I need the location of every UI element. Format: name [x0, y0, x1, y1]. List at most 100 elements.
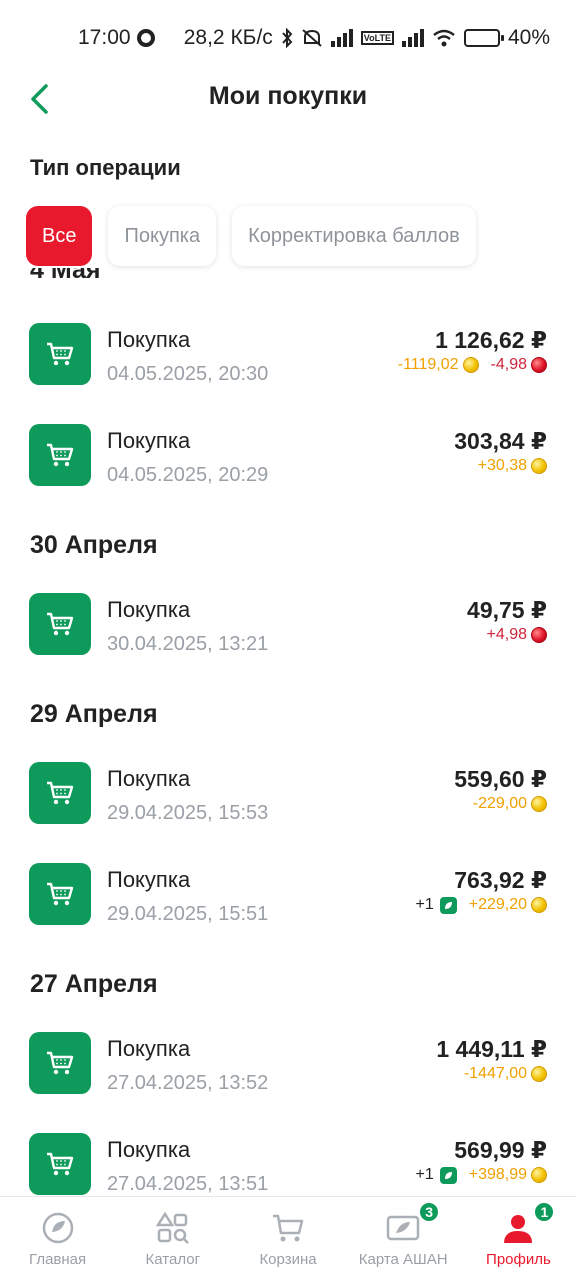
- nav-loyalty-card-label: Карта АШАН: [358, 1251, 448, 1268]
- points-value: +4,98: [486, 626, 527, 643]
- purchase-row[interactable]: Покупка 04.05.2025, 20:30 1 126,62 ₽ -1119,…: [0, 323, 576, 387]
- cart-icon: [271, 1211, 305, 1245]
- points-value: -1447,00: [463, 1065, 527, 1082]
- purchase-datetime: 29.04.2025, 15:51: [107, 903, 269, 925]
- purchase-datetime: 27.04.2025, 13:51: [107, 1173, 269, 1195]
- purchase-datetime: 27.04.2025, 13:52: [107, 1072, 269, 1094]
- nav-cart[interactable]: Корзина: [230, 1197, 345, 1280]
- leaf-icon: [439, 1166, 457, 1184]
- nav-profile-label: Профиль: [486, 1251, 551, 1268]
- red-coin-icon: [531, 357, 547, 373]
- signal-icon-2: [401, 29, 424, 47]
- cart-icon: [29, 1032, 91, 1094]
- purchase-title: Покупка: [107, 597, 191, 622]
- points-change: +4,98: [487, 626, 547, 644]
- points-value: +1: [415, 1166, 434, 1183]
- volte-icon: VoLTE: [360, 31, 394, 45]
- status-indicators: 28,2 КБ/с VoLTE 40%: [184, 26, 550, 50]
- gold-coin-icon: [531, 796, 547, 812]
- points-value: -229,00: [472, 795, 527, 812]
- points-value: +30,38: [477, 457, 527, 474]
- purchase-title: Покупка: [107, 867, 191, 892]
- status-time-group: 17:00: [78, 26, 155, 50]
- home-icon: [41, 1211, 75, 1245]
- nav-profile[interactable]: 1 Профиль: [461, 1197, 576, 1280]
- purchase-row[interactable]: Покупка 29.04.2025, 15:51 763,92 ₽ +1 +229,2…: [0, 863, 576, 927]
- mute-icon: [302, 29, 322, 47]
- points-value: -4,98: [490, 356, 527, 373]
- gold-coin-icon: [531, 897, 547, 913]
- notification-ring-icon: [136, 29, 155, 47]
- purchase-list[interactable]: 4 Мая Покупка 04.05.2025, 20:30 1 126,62 ₽ -…: [0, 268, 576, 1196]
- purchase-row[interactable]: Покупка 29.04.2025, 15:53 559,60 ₽ -229,00: [0, 762, 576, 826]
- purchase-amount: 559,60 ₽: [454, 766, 547, 792]
- purchase-datetime: 04.05.2025, 20:30: [107, 363, 269, 385]
- gold-coin-icon: [462, 357, 479, 373]
- gold-coin-icon: [531, 458, 547, 474]
- cart-icon: [29, 1133, 91, 1195]
- points-change: -229,00: [473, 795, 547, 813]
- purchase-datetime: 30.04.2025, 13:21: [107, 633, 269, 655]
- purchase-datetime: 29.04.2025, 15:53: [107, 802, 269, 824]
- points-value: +1: [415, 896, 434, 913]
- purchase-amount: 303,84 ₽: [454, 428, 547, 454]
- chip-all[interactable]: Все: [26, 206, 93, 266]
- nav-loyalty-card[interactable]: 3 Карта АШАН: [346, 1197, 461, 1280]
- profile-icon: [501, 1211, 535, 1245]
- leaf-icon: [439, 896, 457, 914]
- nav-catalog[interactable]: Каталог: [115, 1197, 230, 1280]
- purchase-title: Покупка: [107, 327, 191, 352]
- purchase-datetime: 04.05.2025, 20:29: [107, 464, 269, 486]
- cart-icon: [29, 762, 91, 824]
- purchase-amount: 1 449,11 ₽: [436, 1036, 547, 1062]
- points-change: +1 +398,99: [415, 1166, 547, 1184]
- nav-home[interactable]: Главная: [0, 1197, 115, 1280]
- purchase-amount: 1 126,62 ₽: [435, 327, 547, 353]
- purchase-title: Покупка: [107, 428, 191, 453]
- points-value: +229,20: [468, 896, 527, 913]
- purchase-title: Покупка: [107, 766, 191, 791]
- red-coin-icon: [531, 627, 547, 643]
- cart-icon: [29, 424, 91, 486]
- points-change: +30,38: [478, 457, 547, 475]
- nav-home-label: Главная: [29, 1251, 87, 1268]
- app-header: Мои покупки: [0, 76, 576, 122]
- purchase-amount: 569,99 ₽: [454, 1137, 547, 1163]
- points-value: +398,99: [468, 1166, 527, 1183]
- page-title: Мои покупки: [208, 82, 368, 110]
- purchase-row[interactable]: Покупка 30.04.2025, 13:21 49,75 ₽ +4,98: [0, 593, 576, 657]
- cart-icon: [29, 593, 91, 655]
- status-time: 17:00: [78, 26, 131, 49]
- date-header: 30 Апреля: [30, 531, 158, 559]
- nav-cart-label: Корзина: [259, 1251, 317, 1268]
- cart-icon: [29, 323, 91, 385]
- points-change: +1 +229,20: [415, 896, 547, 914]
- date-header: 4 Мая: [30, 268, 101, 284]
- points-change: -1447,00: [464, 1065, 547, 1083]
- purchase-row[interactable]: Покупка 27.04.2025, 13:51 569,99 ₽ +1 +398,9…: [0, 1133, 576, 1196]
- purchase-row[interactable]: Покупка 04.05.2025, 20:29 303,84 ₽ +30,38: [0, 424, 576, 488]
- date-header: 27 Апреля: [30, 970, 158, 998]
- loyalty-card-badge: 3: [418, 1201, 441, 1223]
- filter-chips: Все Покупка Корректировка баллов: [26, 206, 476, 266]
- cart-icon: [29, 863, 91, 925]
- points-change: -1119,02 -4,98: [398, 356, 547, 374]
- chip-points-correction[interactable]: Корректировка баллов: [232, 206, 476, 266]
- network-speed: 28,2 КБ/с: [183, 26, 273, 49]
- battery-icon: [463, 29, 504, 47]
- loyalty-card-icon: [386, 1211, 420, 1245]
- profile-badge: 1: [533, 1201, 556, 1223]
- bluetooth-icon: [282, 28, 293, 48]
- bottom-navigation: Главная Каталог Корзина 3 Карта АШАН 1 П…: [0, 1196, 576, 1280]
- purchase-amount: 49,75 ₽: [467, 597, 547, 623]
- signal-icon: [330, 29, 353, 47]
- wifi-icon: [433, 29, 455, 47]
- gold-coin-icon: [531, 1167, 547, 1183]
- catalog-icon: [155, 1211, 190, 1245]
- purchase-amount: 763,92 ₽: [454, 867, 547, 893]
- purchase-title: Покупка: [107, 1036, 191, 1061]
- chip-purchase[interactable]: Покупка: [108, 206, 217, 266]
- status-bar: 17:00 28,2 КБ/с VoLTE 40%: [0, 0, 576, 76]
- purchase-row[interactable]: Покупка 27.04.2025, 13:52 1 449,11 ₽ -1447,…: [0, 1032, 576, 1096]
- nav-catalog-label: Каталог: [145, 1251, 201, 1268]
